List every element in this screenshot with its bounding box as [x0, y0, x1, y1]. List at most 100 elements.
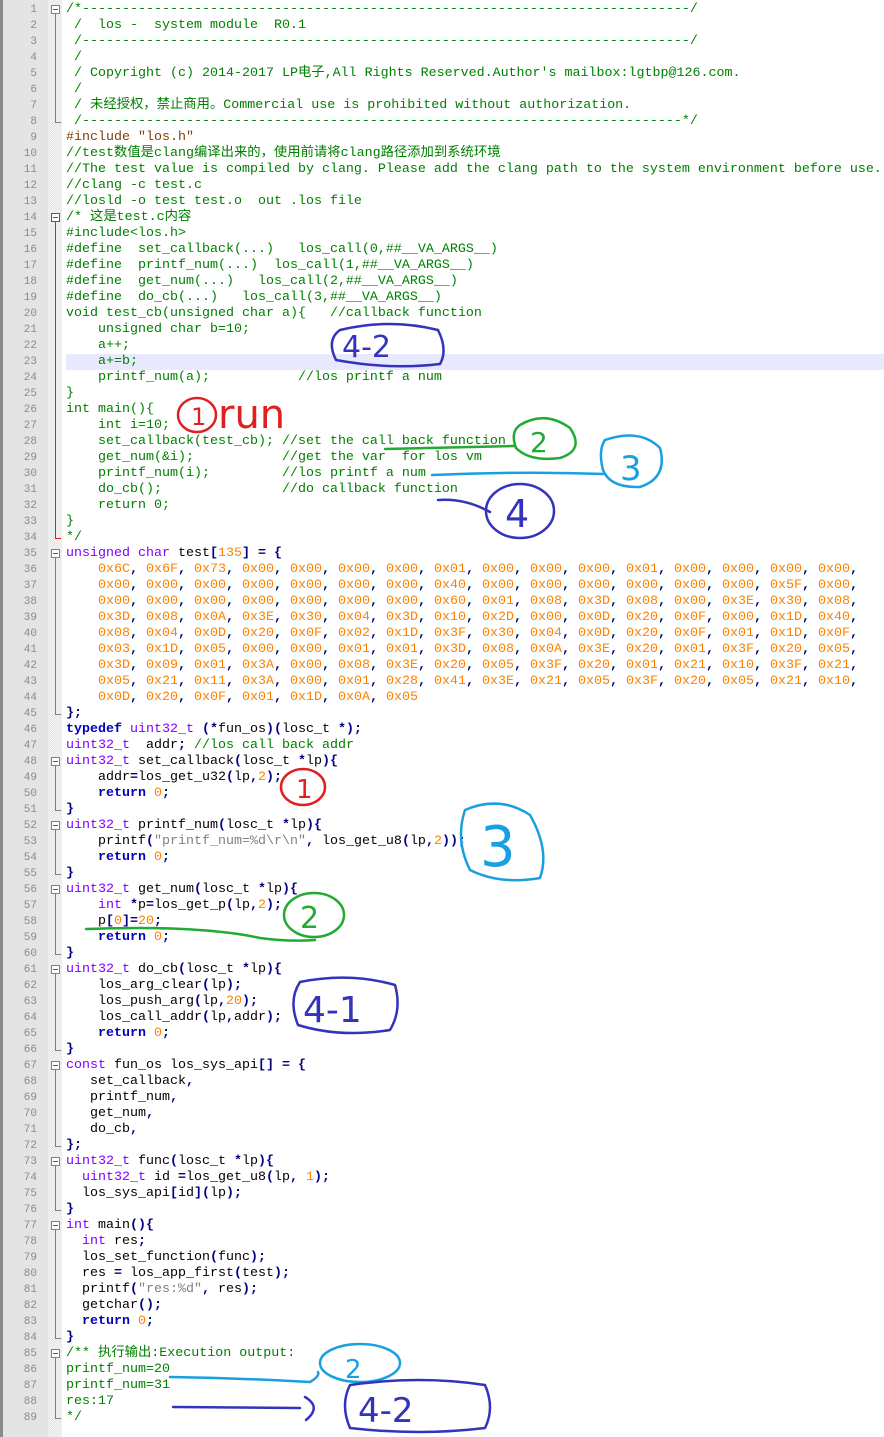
- code-line[interactable]: */: [66, 1410, 884, 1426]
- code-line[interactable]: /*--------------------------------------…: [66, 2, 884, 18]
- code-editor[interactable]: 1 2 3 4 5 6 7 8 9 10 11 12 13 14 15 16 17 18 19 20 21 22 23 24 2…: [0, 0, 884, 1437]
- code-line[interactable]: }: [66, 1202, 884, 1218]
- code-line[interactable]: uint32_t printf_num(losc_t *lp){: [66, 818, 884, 834]
- code-line[interactable]: 0x03, 0x1D, 0x05, 0x00, 0x00, 0x01, 0x01…: [66, 642, 884, 658]
- code-line[interactable]: #define printf_num(...) los_call(1,##__V…: [66, 258, 884, 274]
- code-line[interactable]: }: [66, 1330, 884, 1346]
- code-line[interactable]: uint32_t do_cb(losc_t *lp){: [66, 962, 884, 978]
- fold-toggle-icon[interactable]: [51, 549, 60, 558]
- code-line[interactable]: }: [66, 386, 884, 402]
- code-line[interactable]: #define get_num(...) los_call(2,##__VA_A…: [66, 274, 884, 290]
- code-line[interactable]: printf_num(i); //los printf a num: [66, 466, 884, 482]
- code-line[interactable]: int main(){: [66, 402, 884, 418]
- code-line[interactable]: typedef uint32_t (*fun_os)(losc_t *);: [66, 722, 884, 738]
- fold-toggle-icon[interactable]: [51, 757, 60, 766]
- code-line[interactable]: get_num(&i); //get the var for los vm: [66, 450, 884, 466]
- code-line[interactable]: printf_num=31: [66, 1378, 884, 1394]
- code-line[interactable]: a+=b;: [66, 354, 884, 370]
- code-line[interactable]: #include "los.h": [66, 130, 884, 146]
- code-line[interactable]: /: [66, 50, 884, 66]
- code-line[interactable]: }: [66, 1042, 884, 1058]
- code-line[interactable]: printf_num=20: [66, 1362, 884, 1378]
- code-line[interactable]: const fun_os los_sys_api[] = {: [66, 1058, 884, 1074]
- code-line[interactable]: get_num,: [66, 1106, 884, 1122]
- code-line[interactable]: 0x08, 0x04, 0x0D, 0x20, 0x0F, 0x02, 0x1D…: [66, 626, 884, 642]
- code-line[interactable]: #define do_cb(...) los_call(3,##__VA_ARG…: [66, 290, 884, 306]
- code-line[interactable]: int res;: [66, 1234, 884, 1250]
- code-line[interactable]: uint32_t get_num(losc_t *lp){: [66, 882, 884, 898]
- code-line[interactable]: 0x6C, 0x6F, 0x73, 0x00, 0x00, 0x00, 0x00…: [66, 562, 884, 578]
- code-line[interactable]: void test_cb(unsigned char a){ //callbac…: [66, 306, 884, 322]
- code-line[interactable]: res:17: [66, 1394, 884, 1410]
- code-line[interactable]: #define set_callback(...) los_call(0,##_…: [66, 242, 884, 258]
- code-line[interactable]: 0x00, 0x00, 0x00, 0x00, 0x00, 0x00, 0x00…: [66, 578, 884, 594]
- code-line[interactable]: los_sys_api[id](lp);: [66, 1186, 884, 1202]
- code-line[interactable]: return 0;: [66, 930, 884, 946]
- code-line[interactable]: / los - system module R0.1: [66, 18, 884, 34]
- fold-toggle-icon[interactable]: [51, 965, 60, 974]
- code-line[interactable]: printf_num,: [66, 1090, 884, 1106]
- fold-toggle-icon[interactable]: [51, 213, 60, 222]
- code-line[interactable]: unsigned char b=10;: [66, 322, 884, 338]
- code-line[interactable]: }: [66, 866, 884, 882]
- code-line[interactable]: 0x0D, 0x20, 0x0F, 0x01, 0x1D, 0x0A, 0x05: [66, 690, 884, 706]
- code-line[interactable]: uint32_t set_callback(losc_t *lp){: [66, 754, 884, 770]
- code-line[interactable]: los_arg_clear(lp);: [66, 978, 884, 994]
- fold-toggle-icon[interactable]: [51, 1349, 60, 1358]
- code-line[interactable]: p[0]=20;: [66, 914, 884, 930]
- code-line[interactable]: uint32_t addr; //los call back addr: [66, 738, 884, 754]
- code-line[interactable]: uint32_t func(losc_t *lp){: [66, 1154, 884, 1170]
- code-line[interactable]: return 0;: [66, 1314, 884, 1330]
- code-line[interactable]: printf_num(a); //los printf a num: [66, 370, 884, 386]
- code-line[interactable]: */: [66, 530, 884, 546]
- code-line[interactable]: res = los_app_first(test);: [66, 1266, 884, 1282]
- code-line[interactable]: //losld -o test test.o out .los file: [66, 194, 884, 210]
- code-line[interactable]: 0x00, 0x00, 0x00, 0x00, 0x00, 0x00, 0x00…: [66, 594, 884, 610]
- code-line[interactable]: printf("res:%d", res);: [66, 1282, 884, 1298]
- fold-toggle-icon[interactable]: [51, 821, 60, 830]
- code-line[interactable]: int main(){: [66, 1218, 884, 1234]
- fold-toggle-icon[interactable]: [51, 5, 60, 14]
- code-line[interactable]: los_call_addr(lp,addr);: [66, 1010, 884, 1026]
- code-line[interactable]: /* 这是test.c内容: [66, 210, 884, 226]
- code-line[interactable]: los_set_function(func);: [66, 1250, 884, 1266]
- code-line[interactable]: }: [66, 946, 884, 962]
- code-line[interactable]: unsigned char test[135] = {: [66, 546, 884, 562]
- code-line[interactable]: addr=los_get_u32(lp,2);: [66, 770, 884, 786]
- code-line[interactable]: return 0;: [66, 498, 884, 514]
- code-line[interactable]: / 未经授权，禁止商用。Commercial use is prohibited…: [66, 98, 884, 114]
- code-line[interactable]: //The test value is compiled by clang. P…: [66, 162, 884, 178]
- fold-toggle-icon[interactable]: [51, 885, 60, 894]
- code-line[interactable]: 0x3D, 0x08, 0x0A, 0x3E, 0x30, 0x04, 0x3D…: [66, 610, 884, 626]
- code-line[interactable]: a++;: [66, 338, 884, 354]
- code-line[interactable]: }: [66, 514, 884, 530]
- code-line[interactable]: 0x05, 0x21, 0x11, 0x3A, 0x00, 0x01, 0x28…: [66, 674, 884, 690]
- code-line[interactable]: do_cb(); //do callback function: [66, 482, 884, 498]
- code-line[interactable]: };: [66, 1138, 884, 1154]
- code-line[interactable]: los_push_arg(lp,20);: [66, 994, 884, 1010]
- code-line[interactable]: };: [66, 706, 884, 722]
- code-line[interactable]: int i=10;: [66, 418, 884, 434]
- code-line[interactable]: return 0;: [66, 1026, 884, 1042]
- code-line[interactable]: getchar();: [66, 1298, 884, 1314]
- code-line[interactable]: //clang -c test.c: [66, 178, 884, 194]
- code-line[interactable]: printf("printf_num=%d\r\n", los_get_u8(l…: [66, 834, 884, 850]
- code-line[interactable]: set_callback(test_cb); //set the call ba…: [66, 434, 884, 450]
- code-line[interactable]: }: [66, 802, 884, 818]
- code-line[interactable]: return 0;: [66, 850, 884, 866]
- fold-toggle-icon[interactable]: [51, 1061, 60, 1070]
- code-line[interactable]: /---------------------------------------…: [66, 34, 884, 50]
- code-line[interactable]: /** 执行输出:Execution output:: [66, 1346, 884, 1362]
- code-line[interactable]: / Copyright (c) 2014-2017 LP电子,All Right…: [66, 66, 884, 82]
- code-line[interactable]: //test数值是clang编译出来的，使用前请将clang路径添加到系统环境: [66, 146, 884, 162]
- code-line[interactable]: uint32_t id =los_get_u8(lp, 1);: [66, 1170, 884, 1186]
- code-line[interactable]: 0x3D, 0x09, 0x01, 0x3A, 0x00, 0x08, 0x3E…: [66, 658, 884, 674]
- code-line[interactable]: return 0;: [66, 786, 884, 802]
- fold-toggle-icon[interactable]: [51, 1157, 60, 1166]
- code-line[interactable]: set_callback,: [66, 1074, 884, 1090]
- code-line[interactable]: int *p=los_get_p(lp,2);: [66, 898, 884, 914]
- code-line[interactable]: do_cb,: [66, 1122, 884, 1138]
- code-line[interactable]: #include<los.h>: [66, 226, 884, 242]
- code-line[interactable]: /: [66, 82, 884, 98]
- fold-toggle-icon[interactable]: [51, 1221, 60, 1230]
